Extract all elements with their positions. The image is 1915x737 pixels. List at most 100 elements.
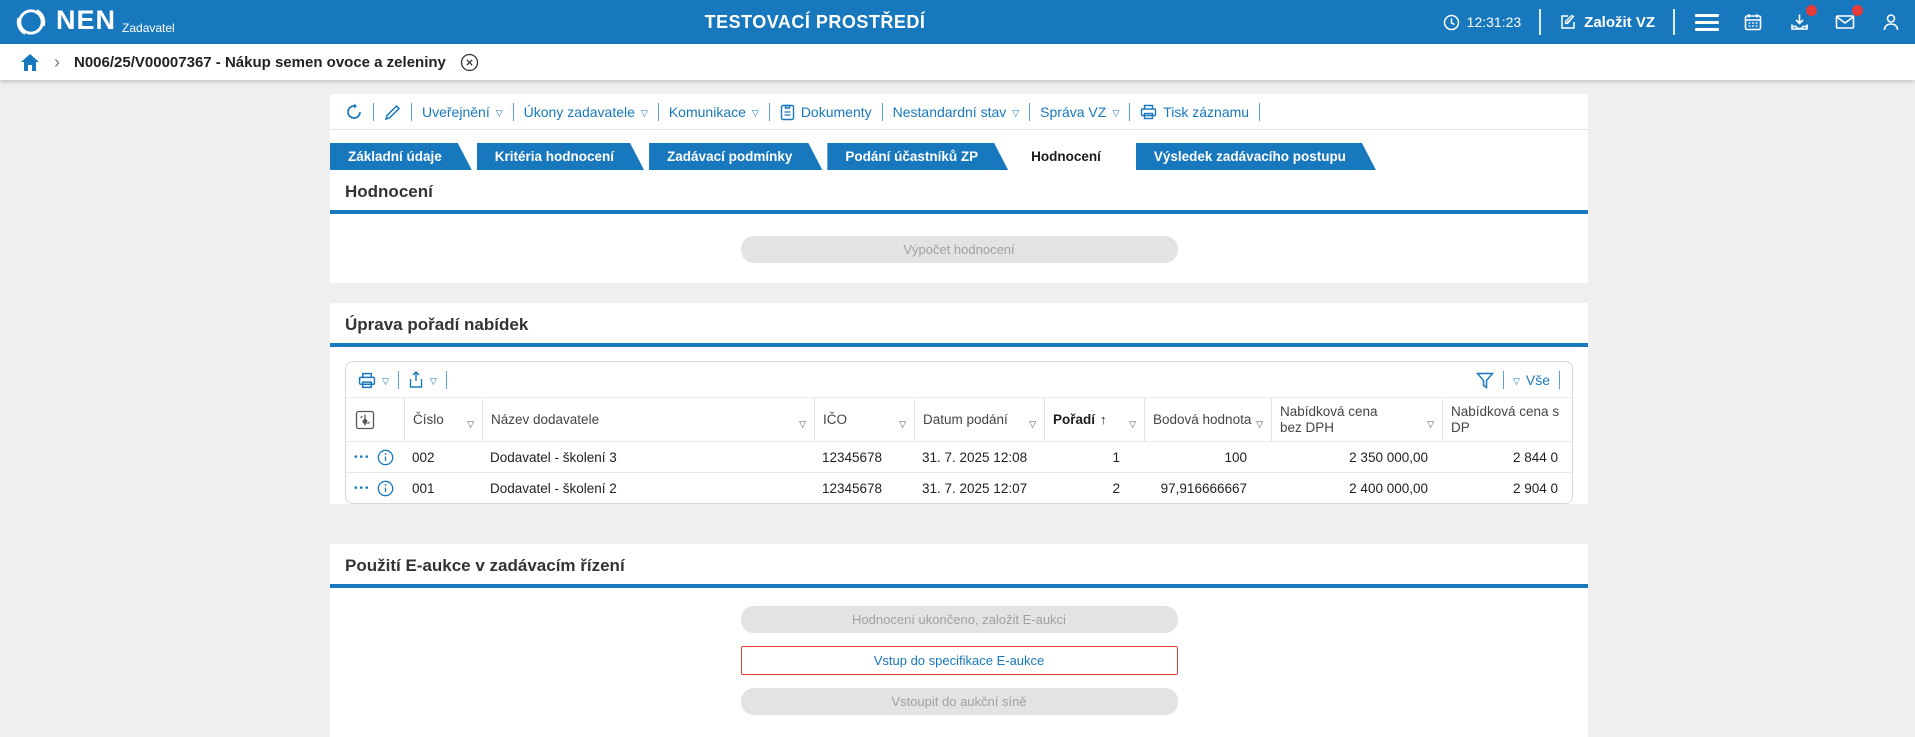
sort-asc-icon: ↑ bbox=[1100, 412, 1107, 428]
calendar-button[interactable] bbox=[1739, 8, 1767, 36]
chevron-down-icon: ▽ bbox=[751, 107, 759, 118]
column-header-cena-bez-dph[interactable]: Nabídková cena bez DPH ▽ bbox=[1271, 398, 1442, 442]
chevron-down-icon: ▽ bbox=[640, 107, 648, 118]
tab-podani-ucastniku-zp[interactable]: Podání účastníků ZP bbox=[827, 143, 1008, 170]
grid-export-button[interactable]: ▽ bbox=[408, 371, 437, 389]
column-filter-icon: ▽ bbox=[1129, 419, 1136, 430]
tab-hodnoceni[interactable]: Hodnocení bbox=[1013, 143, 1131, 170]
cell-cena-bez-dph: 2 350 000,00 bbox=[1349, 449, 1428, 465]
messages-badge bbox=[1852, 5, 1863, 16]
grid-print-button[interactable]: ▽ bbox=[358, 372, 389, 389]
clock-time: 12:31:23 bbox=[1466, 14, 1522, 30]
nen-logo[interactable]: NEN Zadavatel bbox=[14, 5, 175, 39]
cell-cislo: 002 bbox=[412, 449, 435, 465]
table-row[interactable]: ••• 002 Dodavatel - školení 3 12345678 3… bbox=[346, 441, 1572, 472]
cell-cena-s-dph: 2 844 0 bbox=[1512, 449, 1558, 465]
evaluation-section-title: Hodnocení bbox=[345, 182, 433, 201]
breadcrumb: › N006/25/V00007367 - Nákup semen ovoce … bbox=[0, 44, 1915, 80]
row-info-icon[interactable] bbox=[377, 480, 394, 497]
breadcrumb-chevron-icon: › bbox=[54, 52, 60, 72]
record-toolbar: Uveřejnění ▽ Úkony zadavatele ▽ Komunika… bbox=[330, 94, 1588, 129]
tab-zadavaci-podminky[interactable]: Zadávací podmínky bbox=[649, 143, 822, 170]
row-info-icon[interactable] bbox=[377, 449, 394, 466]
tab-kriteria-hodnoceni[interactable]: Kritéria hodnocení bbox=[477, 143, 644, 170]
table-row[interactable]: ••• 001 Dodavatel - školení 2 12345678 3… bbox=[346, 472, 1572, 503]
app-header: NEN Zadavatel TESTOVACÍ PROSTŘEDÍ 12:31:… bbox=[0, 0, 1915, 44]
main-menu-button[interactable] bbox=[1693, 8, 1721, 36]
refresh-button[interactable] bbox=[345, 103, 363, 121]
column-filter-icon: ▽ bbox=[1029, 419, 1036, 430]
cell-poradi: 1 bbox=[1112, 449, 1120, 465]
table-header-row: Číslo ▽ Název dodavatele ▽ IČO ▽ Datum p… bbox=[346, 397, 1572, 442]
column-filter-icon: ▽ bbox=[899, 419, 906, 430]
header-divider bbox=[1673, 9, 1675, 35]
order-section-title: Úprava pořadí nabídek bbox=[345, 315, 529, 334]
document-icon bbox=[780, 104, 795, 121]
enter-auction-hall-button[interactable]: Vstoupit do aukční síně bbox=[740, 688, 1178, 716]
cell-cena-s-dph: 2 904 0 bbox=[1512, 480, 1558, 496]
create-vz-label: Založit VZ bbox=[1584, 13, 1655, 31]
toolbar-item-uverejneni[interactable]: Uveřejnění ▽ bbox=[422, 104, 503, 120]
row-actions-icon[interactable]: ••• bbox=[354, 452, 371, 463]
printer-icon bbox=[1140, 104, 1157, 120]
column-header-nazev[interactable]: Název dodavatele ▽ bbox=[482, 398, 814, 442]
tab-vysledek-zadavaciho-postupu[interactable]: Výsledek zadávacího postupu bbox=[1136, 143, 1376, 170]
toolbar-item-komunikace[interactable]: Komunikace ▽ bbox=[669, 104, 759, 120]
calendar-icon bbox=[1743, 12, 1763, 32]
chevron-down-icon: ▽ bbox=[382, 375, 389, 386]
grid-view-select[interactable]: ▽ Vše bbox=[1513, 372, 1550, 388]
calc-evaluation-button[interactable]: Výpočet hodnocení bbox=[740, 236, 1178, 263]
create-vz-button[interactable]: Založit VZ bbox=[1559, 13, 1655, 31]
edit-record-button[interactable] bbox=[384, 104, 401, 121]
column-header-cena-s-dph[interactable]: Nabídková cena s DP bbox=[1442, 398, 1572, 442]
column-header-ico[interactable]: IČO ▽ bbox=[814, 398, 914, 442]
finish-evaluation-button[interactable]: Hodnocení ukončeno, založit E-aukci bbox=[740, 606, 1178, 634]
grid-toolbar: ▽ ▽ ▽ Vše bbox=[346, 362, 1572, 397]
record-tabs: Základní údaje Kritéria hodnocení Zadáva… bbox=[330, 143, 1588, 170]
chevron-down-icon: ▽ bbox=[495, 107, 503, 118]
cell-cena-bez-dph: 2 400 000,00 bbox=[1349, 480, 1428, 496]
column-settings-cell[interactable] bbox=[346, 398, 404, 441]
row-actions-icon[interactable]: ••• bbox=[354, 483, 371, 494]
tab-zakladni-udaje[interactable]: Základní údaje bbox=[330, 143, 472, 170]
column-header-poradi[interactable]: Pořadí ↑ ▽ bbox=[1044, 398, 1144, 442]
edit-square-icon bbox=[1559, 13, 1577, 31]
cell-ico: 12345678 bbox=[822, 480, 883, 496]
brand-name: NEN bbox=[56, 5, 117, 35]
cell-datum: 31. 7. 2025 12:07 bbox=[922, 480, 1028, 496]
eauction-panel: Použití E-aukce v zadávacím řízení Hodno… bbox=[330, 544, 1588, 737]
messages-button[interactable] bbox=[1831, 5, 1863, 36]
cell-poradi: 2 bbox=[1112, 480, 1120, 496]
cell-nazev: Dodavatel - školení 2 bbox=[490, 480, 617, 496]
chevron-down-icon: ▽ bbox=[1112, 107, 1120, 118]
home-icon[interactable] bbox=[20, 53, 40, 72]
environment-title: TESTOVACÍ PROSTŘEDÍ bbox=[704, 11, 926, 32]
user-icon bbox=[1881, 12, 1901, 32]
close-record-icon[interactable] bbox=[460, 53, 479, 72]
inbox-badge bbox=[1806, 5, 1817, 16]
cell-ico: 12345678 bbox=[822, 449, 883, 465]
toolbar-item-dokumenty[interactable]: Dokumenty bbox=[780, 104, 872, 121]
cell-datum: 31. 7. 2025 12:08 bbox=[922, 449, 1028, 465]
cell-cislo: 001 bbox=[412, 480, 435, 496]
filter-icon[interactable] bbox=[1475, 372, 1494, 389]
toolbar-item-ukony-zadavatele[interactable]: Úkony zadavatele ▽ bbox=[524, 104, 648, 120]
user-button[interactable] bbox=[1877, 8, 1905, 36]
eauction-section-title: Použití E-aukce v zadávacím řízení bbox=[345, 556, 625, 576]
column-header-datum[interactable]: Datum podání ▽ bbox=[914, 398, 1044, 442]
column-filter-icon: ▽ bbox=[1427, 419, 1434, 430]
chevron-down-icon: ▽ bbox=[429, 375, 437, 386]
column-filter-icon: ▽ bbox=[467, 419, 474, 430]
cell-nazev: Dodavatel - školení 3 bbox=[490, 449, 617, 465]
toolbar-item-tisk-zaznamu[interactable]: Tisk záznamu bbox=[1140, 104, 1249, 120]
column-header-cislo[interactable]: Číslo ▽ bbox=[404, 398, 482, 442]
inbox-button[interactable] bbox=[1785, 5, 1817, 36]
order-panel: Úprava pořadí nabídek ▽ ▽ ▽ Vše Číslo ▽ … bbox=[330, 303, 1588, 505]
cell-bodova-hodnota: 100 bbox=[1224, 449, 1247, 465]
record-breadcrumb-title: N006/25/V00007367 - Nákup semen ovoce a … bbox=[74, 53, 446, 71]
toolbar-item-nestandardni-stav[interactable]: Nestandardní stav ▽ bbox=[893, 104, 1020, 120]
toolbar-item-sprava-vz[interactable]: Správa VZ ▽ bbox=[1040, 104, 1119, 120]
hamburger-icon bbox=[1695, 13, 1719, 31]
enter-eauction-spec-button[interactable]: Vstup do specifikace E-aukce bbox=[740, 646, 1178, 676]
column-header-bodova-hodnota[interactable]: Bodová hodnota ▽ bbox=[1144, 398, 1271, 442]
